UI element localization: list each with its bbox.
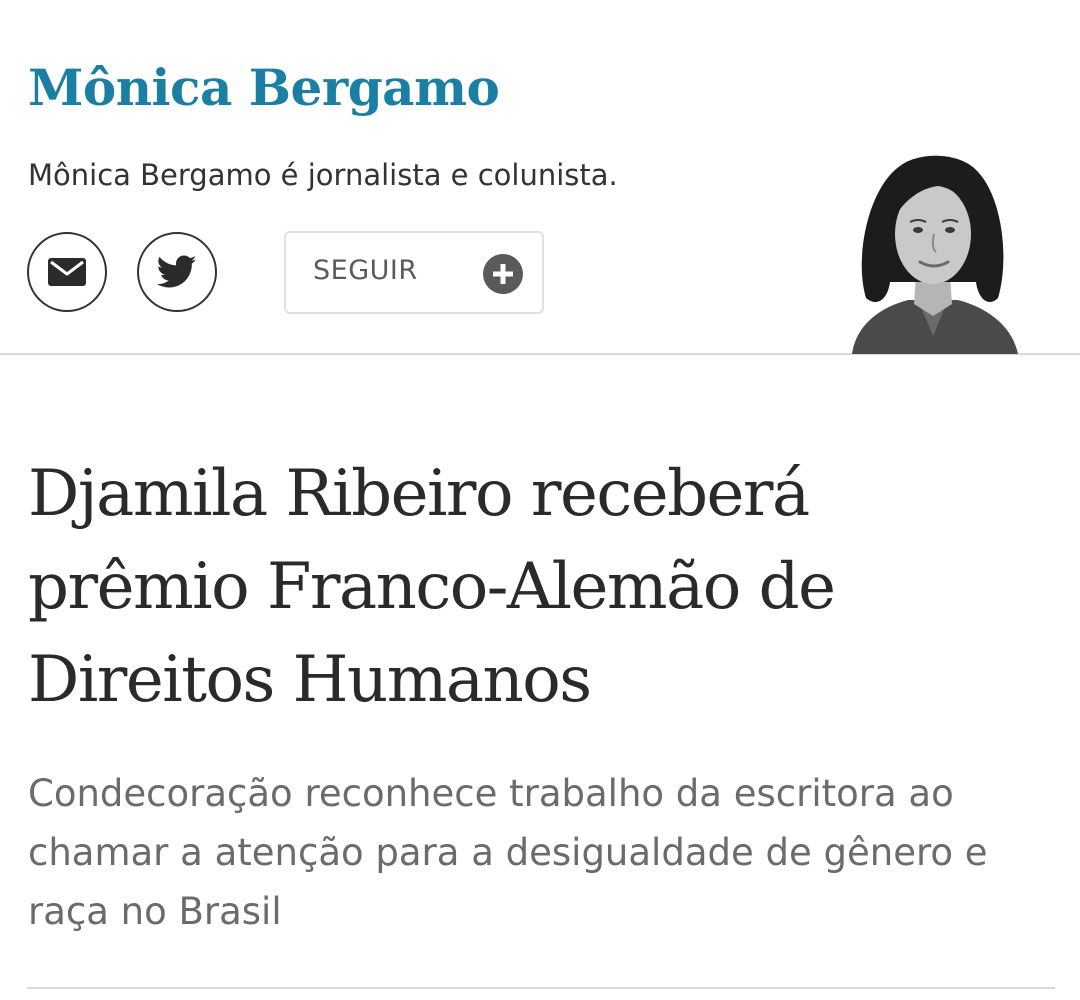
columnist-bio: Mônica Bergamo é jornalista e colunista. [28,158,618,192]
article-subheadline: Condecoração reconhece trabalho da escri… [28,772,988,933]
email-button[interactable] [27,232,107,312]
columnist-portrait [852,155,1018,354]
follow-label: SEGUIR [313,255,418,286]
divider [27,987,1055,989]
plus-circle-icon [483,254,523,294]
follow-button[interactable]: SEGUIR [284,231,544,314]
twitter-button[interactable] [137,232,217,312]
twitter-bird-icon [157,255,197,288]
mail-icon [48,258,86,286]
columnist-header: Mônica Bergamo Mônica Bergamo é jornalis… [0,0,1080,355]
columnist-name[interactable]: Mônica Bergamo [28,58,500,117]
article-headline[interactable]: Djamila Ribeiro receberá prêmio Franco-A… [28,448,1038,727]
